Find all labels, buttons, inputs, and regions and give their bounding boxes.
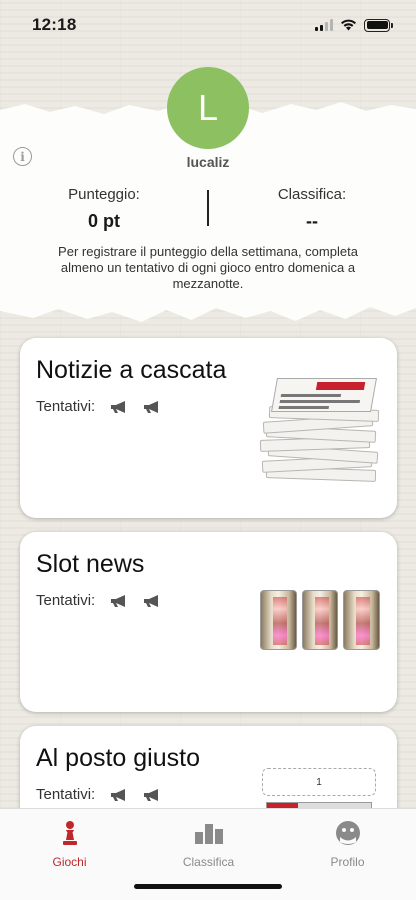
rank-stat: Classifica: -- — [208, 186, 416, 232]
attempts-row: Tentativi: — [36, 786, 161, 803]
tab-label: Giochi — [52, 855, 87, 869]
tab-label: Profilo — [330, 855, 365, 869]
avatar-initial: L — [197, 87, 219, 128]
game-card-slot-news[interactable]: Slot news Tentativi: — [20, 532, 397, 712]
game-title: Notizie a cascata — [36, 356, 227, 384]
bar-chart-icon — [194, 824, 223, 844]
profile-face-icon — [335, 821, 360, 845]
attempts-label: Tentativi: — [36, 398, 96, 415]
status-bar: 12:18 — [0, 0, 416, 50]
battery-icon — [364, 18, 393, 32]
score-value: 0 pt — [87, 211, 120, 231]
score-stat: Punteggio: 0 pt — [0, 186, 208, 232]
attempts-label: Tentativi: — [36, 592, 96, 609]
rank-value: -- — [306, 211, 318, 231]
attempts-row: Tentativi: — [36, 398, 161, 415]
tab-giochi[interactable]: Giochi — [0, 819, 139, 869]
megaphone-icon — [144, 594, 159, 607]
home-indicator — [134, 884, 282, 889]
pawn-icon — [62, 821, 77, 845]
game-card-notizie-a-cascata[interactable]: Notizie a cascata Tentativi: — [20, 338, 397, 518]
stats-row: Punteggio: 0 pt Classifica: -- — [0, 186, 416, 232]
megaphone-icon — [144, 788, 159, 801]
wifi-icon — [341, 19, 356, 31]
megaphone-icon — [111, 400, 126, 413]
slot-number: 1 — [316, 776, 322, 788]
username: lucaliz — [186, 154, 230, 170]
weekly-rules-text: Per registrare il punteggio della settim… — [58, 244, 358, 291]
score-label: Punteggio: — [68, 186, 140, 203]
tab-classifica[interactable]: Classifica — [139, 819, 278, 869]
tab-profilo[interactable]: Profilo — [278, 819, 416, 869]
newspaper-stack-image — [259, 376, 380, 482]
game-title: Al posto giusto — [36, 744, 200, 772]
megaphone-icon — [111, 788, 126, 801]
tab-label: Classifica — [182, 855, 235, 869]
attempts-row: Tentativi: — [36, 592, 161, 609]
attempts-label: Tentativi: — [36, 786, 96, 803]
megaphone-icon — [144, 400, 159, 413]
drop-slot-box: 1 — [262, 768, 376, 796]
status-time: 12:18 — [32, 15, 77, 34]
avatar[interactable]: L — [167, 67, 249, 149]
slot-reels-image — [260, 590, 381, 650]
rank-label: Classifica: — [277, 186, 347, 203]
megaphone-icon — [111, 594, 126, 607]
status-icons — [315, 18, 393, 32]
cellular-signal-icon — [315, 19, 333, 31]
game-title: Slot news — [36, 550, 145, 578]
